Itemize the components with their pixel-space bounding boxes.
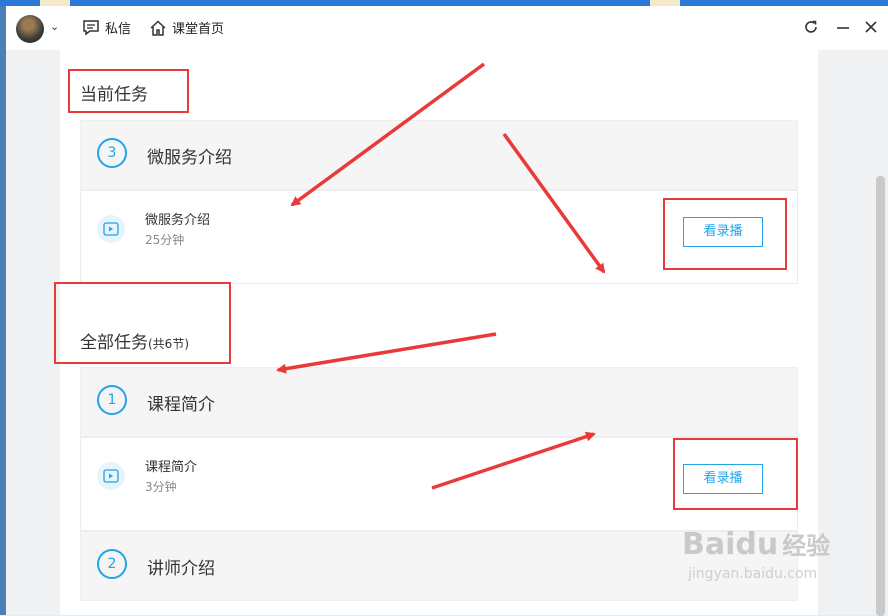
annotation-arrows: [276, 62, 606, 490]
watermark-url: jingyan.baidu.com: [688, 566, 818, 582]
arrow: [502, 132, 606, 274]
arrow: [290, 62, 486, 207]
arrow: [276, 332, 497, 374]
watermark-cn: 经验: [782, 532, 831, 560]
watermark-logo: Baidu: [682, 527, 779, 562]
app-window: ⌄ 私信 课堂首页 当前任务 3 微服务介绍 微服务介绍 25分钟 看录播 全部…: [6, 6, 888, 616]
baidu-watermark: Baidu 经验 jingyan.baidu.com: [682, 526, 831, 582]
arrow: [431, 431, 596, 490]
